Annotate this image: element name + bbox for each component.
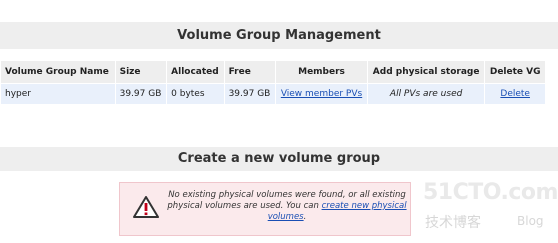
vg-size-cell: 39.97 GB	[115, 84, 167, 104]
vg-free-cell: 39.97 GB	[224, 84, 276, 104]
delete-vg-link[interactable]: Delete	[500, 89, 530, 99]
table-row: hyper 39.97 GB 0 bytes 39.97 GB View mem…	[1, 84, 545, 104]
vg-delete-cell: Delete	[485, 84, 545, 104]
watermark: 51CTO.com 技术博客 Blog	[423, 180, 558, 240]
col-header-add-storage: Add physical storage	[367, 61, 485, 83]
watermark-site: 51CTO.com	[423, 180, 558, 205]
notice-suffix: .	[303, 212, 307, 222]
watermark-blog: Blog	[517, 214, 544, 228]
warning-icon	[133, 196, 159, 218]
create-vg-header: Create a new volume group	[0, 147, 558, 171]
col-header-name: Volume Group Name	[1, 61, 115, 83]
create-vg-title: Create a new volume group	[177, 151, 381, 166]
col-header-allocated: Allocated	[167, 61, 224, 83]
volume-group-table: Volume Group Name Size Allocated Free Me…	[0, 60, 546, 105]
notice-message: No existing physical volumes were found,…	[164, 190, 410, 223]
view-member-pvs-link[interactable]: View member PVs	[281, 89, 362, 99]
col-header-free: Free	[224, 61, 276, 83]
vg-management-title: Volume Group Management	[177, 28, 381, 43]
no-pv-notice: No existing physical volumes were found,…	[119, 182, 411, 236]
table-header-row: Volume Group Name Size Allocated Free Me…	[1, 61, 545, 83]
vg-allocated-cell: 0 bytes	[167, 84, 224, 104]
vg-name-cell: hyper	[1, 84, 115, 104]
vg-members-cell: View member PVs	[276, 84, 367, 104]
col-header-size: Size	[115, 61, 167, 83]
vg-add-storage-cell: All PVs are used	[367, 84, 485, 104]
vg-management-header: Volume Group Management	[0, 22, 558, 49]
col-header-members: Members	[276, 61, 367, 83]
col-header-delete: Delete VG	[485, 61, 545, 83]
watermark-subtitle: 技术博客	[425, 215, 481, 231]
